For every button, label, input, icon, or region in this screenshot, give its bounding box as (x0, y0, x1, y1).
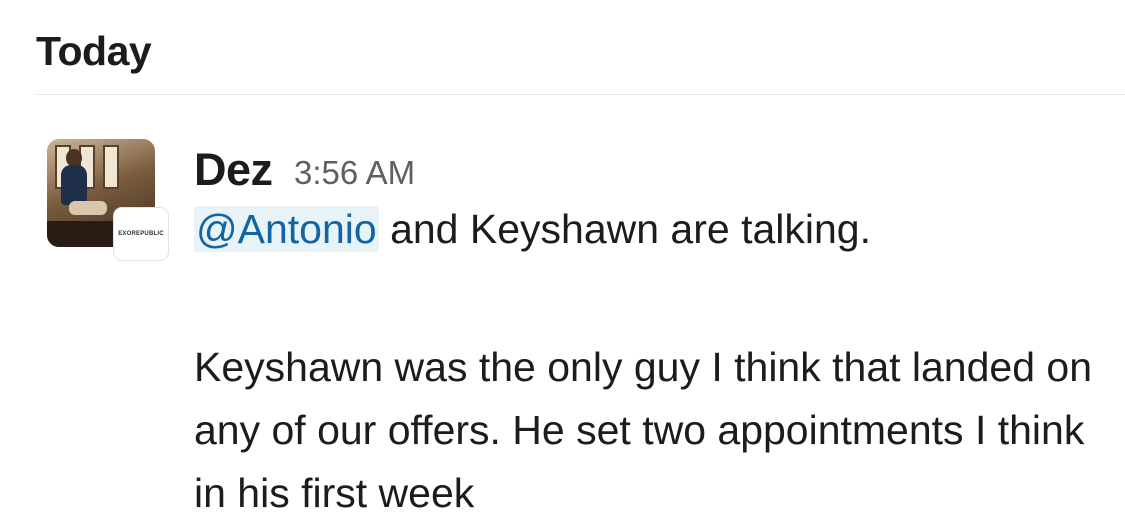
workspace-badge-text: EXOREPUBLIC (118, 231, 164, 237)
user-mention[interactable]: @Antonio (194, 206, 379, 252)
workspace-badge: EXOREPUBLIC (114, 208, 168, 260)
message-line-1-text: and Keyshawn are talking. (378, 206, 871, 252)
message-author[interactable]: Dez (194, 144, 273, 196)
message-timestamp[interactable]: 3:56 AM (294, 154, 415, 192)
avatar-person-legs (69, 201, 107, 215)
day-divider-label[interactable]: Today (36, 28, 152, 75)
message-line-1: @Antonio and Keyshawn are talking. (194, 206, 871, 253)
message-paragraph: Keyshawn was the only guy I think that l… (194, 344, 1093, 516)
avatar-person-body (61, 165, 87, 205)
avatar-window (103, 145, 119, 189)
day-divider-line (36, 94, 1125, 95)
message-pane: Today EXOREPUBLIC Dez 3:56 AM @Antonio a… (0, 0, 1125, 522)
